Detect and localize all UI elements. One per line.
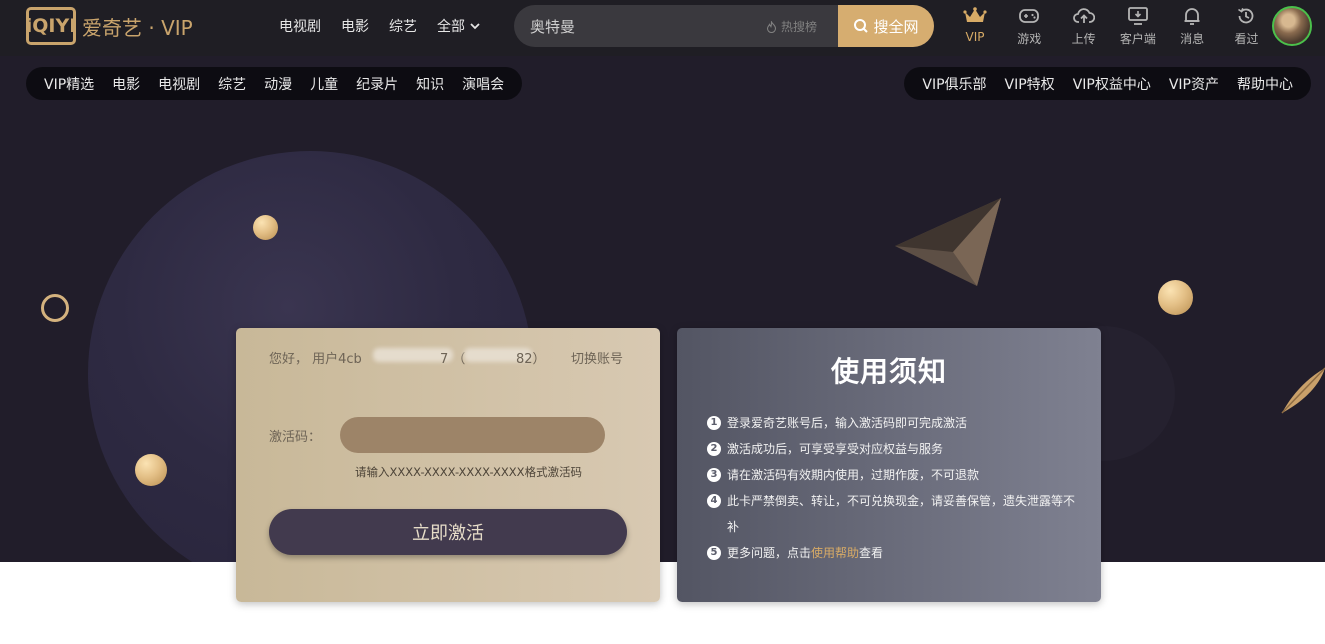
decorative-gold-ball xyxy=(253,215,278,240)
search-input[interactable] xyxy=(530,5,750,47)
user-greeting-end: 82） xyxy=(516,352,546,367)
rule-number: 4 xyxy=(707,494,721,508)
search-icon xyxy=(854,19,869,33)
vip-button[interactable]: VIP xyxy=(950,5,1000,49)
messages-label: 消息 xyxy=(1180,32,1205,46)
top-header: iQIYI 爱奇艺 · VIP 电视剧 电影 综艺 全部 热搜榜 搜全网 VIP xyxy=(0,0,1325,56)
nav-variety[interactable]: 综艺 xyxy=(389,16,417,36)
subnav-concert[interactable]: 演唱会 xyxy=(462,74,504,94)
nav-tv[interactable]: 电视剧 xyxy=(279,16,321,36)
subnav-vip-picks[interactable]: VIP精选 xyxy=(44,74,94,94)
gamepad-icon xyxy=(1019,9,1040,23)
notice-rule: 4 此卡严禁倒卖、转让，不可兑换现金，请妥善保管，遗失泄露等不补 xyxy=(707,488,1077,540)
notice-rule: 3 请在激活码有效期内使用，过期作废，不可退款 xyxy=(707,462,1077,488)
subnav-variety[interactable]: 综艺 xyxy=(218,74,246,94)
subnav-knowledge[interactable]: 知识 xyxy=(416,74,444,94)
rule-text-after: 查看 xyxy=(859,546,884,560)
decorative-gold-feather-icon xyxy=(1281,367,1325,414)
activate-now-button[interactable]: 立即激活 xyxy=(269,509,627,555)
activation-card: 您好， 用户4cb 7 （ 82） 切换账号 激活码： 请输入XXXX-XXXX… xyxy=(236,328,660,602)
activation-code-input[interactable] xyxy=(340,417,605,453)
notice-rule: 2 激活成功后，可享受享受对应权益与服务 xyxy=(707,436,1077,462)
games-label: 游戏 xyxy=(1017,32,1042,46)
nav-all-dropdown[interactable]: 全部 xyxy=(437,16,481,36)
upload-button[interactable]: 上传 xyxy=(1059,5,1109,49)
history-button[interactable]: 看过 xyxy=(1221,5,1271,49)
messages-button[interactable]: 消息 xyxy=(1167,5,1217,49)
rule-text: 登录爱奇艺账号后，输入激活码即可完成激活 xyxy=(727,416,968,430)
hot-search-link[interactable]: 热搜榜 xyxy=(766,18,817,35)
activation-code-hint: 请输入XXXX-XXXX-XXXX-XXXX格式激活码 xyxy=(355,465,583,479)
rule-text: 激活成功后，可享受享受对应权益与服务 xyxy=(727,442,944,456)
crown-icon xyxy=(963,7,987,22)
vip-hero-section: VIP精选 电影 电视剧 综艺 动漫 儿童 纪录片 知识 演唱会 VIP俱乐部 … xyxy=(0,56,1325,562)
search-button-label: 搜全网 xyxy=(873,17,919,36)
search-bar: 热搜榜 搜全网 xyxy=(514,5,934,47)
history-label: 看过 xyxy=(1234,32,1259,46)
decorative-gold-ball xyxy=(135,454,167,486)
subnav-vip-benefits[interactable]: VIP权益中心 xyxy=(1073,74,1151,94)
flame-icon xyxy=(766,20,777,33)
decorative-gold-ball xyxy=(1158,280,1193,315)
activation-code-label: 激活码： xyxy=(269,430,322,445)
usage-notice-card: 使用须知 1 登录爱奇艺账号后，输入激活码即可完成激活 2 激活成功后，可享受享… xyxy=(677,328,1101,602)
user-avatar[interactable] xyxy=(1272,6,1312,46)
subnav-tv[interactable]: 电视剧 xyxy=(158,74,200,94)
upload-cloud-icon xyxy=(1072,8,1095,23)
subnav-movie[interactable]: 电影 xyxy=(112,74,140,94)
subnav-documentary[interactable]: 纪录片 xyxy=(356,74,398,94)
subnav-vip-privileges[interactable]: VIP特权 xyxy=(1005,74,1055,94)
rule-number: 3 xyxy=(707,468,721,482)
notice-rule: 5 更多问题，点击使用帮助查看 xyxy=(707,540,1077,566)
logo-text: 爱奇艺 · VIP xyxy=(82,15,193,40)
history-icon xyxy=(1238,7,1254,24)
client-label: 客户端 xyxy=(1119,32,1156,46)
subnav-help-center[interactable]: 帮助中心 xyxy=(1237,74,1293,94)
search-button[interactable]: 搜全网 xyxy=(838,5,934,47)
vip-label: VIP xyxy=(965,30,985,44)
iqiyi-logo[interactable]: iQIYI 爱奇艺 · VIP xyxy=(26,7,193,45)
notice-title: 使用须知 xyxy=(830,355,947,388)
nav-all-label: 全部 xyxy=(437,19,465,35)
bell-icon xyxy=(1184,8,1200,25)
vip-service-nav: VIP俱乐部 VIP特权 VIP权益中心 VIP资产 帮助中心 xyxy=(904,67,1311,100)
rule-text-before: 更多问题，点击 xyxy=(727,546,812,560)
desktop-download-icon xyxy=(1127,7,1148,25)
client-download-button[interactable]: 客户端 xyxy=(1113,5,1163,49)
rule-number: 5 xyxy=(707,546,721,560)
subnav-anime[interactable]: 动漫 xyxy=(264,74,292,94)
subnav-kids[interactable]: 儿童 xyxy=(310,74,338,94)
usage-help-link[interactable]: 使用帮助 xyxy=(811,546,859,560)
decorative-ring xyxy=(41,294,69,322)
subnav-vip-assets[interactable]: VIP资产 xyxy=(1169,74,1219,94)
vip-channel-nav: VIP精选 电影 电视剧 综艺 动漫 儿童 纪录片 知识 演唱会 xyxy=(26,67,523,100)
upload-label: 上传 xyxy=(1071,32,1096,46)
top-nav: 电视剧 电影 综艺 全部 xyxy=(279,16,481,36)
games-button[interactable]: 游戏 xyxy=(1004,5,1054,49)
nav-movie[interactable]: 电影 xyxy=(341,16,369,36)
rule-text: 此卡严禁倒卖、转让，不可兑换现金，请妥善保管，遗失泄露等不补 xyxy=(727,494,1076,534)
decorative-paper-plane-icon xyxy=(895,198,1001,286)
user-greeting-tail: 7 （ xyxy=(440,352,466,367)
subnav-vip-club[interactable]: VIP俱乐部 xyxy=(922,74,986,94)
switch-account-link[interactable]: 切换账号 xyxy=(571,348,623,367)
user-greeting: 您好， 用户4cb xyxy=(269,352,362,367)
rule-number: 2 xyxy=(707,442,721,456)
rule-text: 请在激活码有效期内使用，过期作废，不可退款 xyxy=(727,468,980,482)
header-actions: VIP 游戏 上传 客户端 消息 看过 xyxy=(950,5,1276,49)
notice-rules: 1 登录爱奇艺账号后，输入激活码即可完成激活 2 激活成功后，可享受享受对应权益… xyxy=(707,410,1077,566)
rule-number: 1 xyxy=(707,416,721,430)
chevron-down-icon xyxy=(470,23,480,30)
notice-rule: 1 登录爱奇艺账号后，输入激活码即可完成激活 xyxy=(707,410,1077,436)
hot-search-label: 热搜榜 xyxy=(781,20,818,34)
logo-mark: iQIYI xyxy=(26,7,76,45)
